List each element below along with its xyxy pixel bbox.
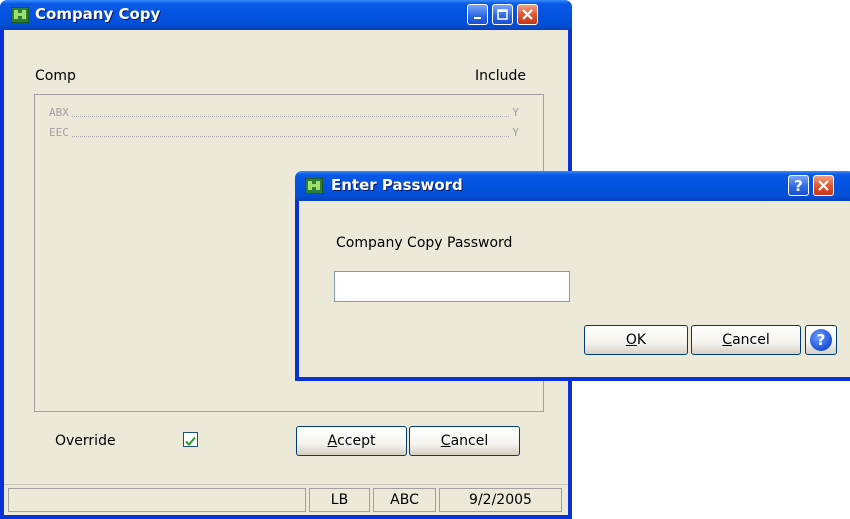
ok-button[interactable]: OK (584, 325, 688, 355)
column-header-include: Include (475, 68, 526, 84)
list-item-include: Y (510, 126, 519, 139)
dot-leader (49, 136, 519, 137)
help-button[interactable]: ? (805, 325, 837, 355)
column-header-comp: Comp (35, 68, 76, 84)
minimize-icon (474, 17, 481, 19)
title-bar[interactable]: Company Copy (0, 0, 572, 30)
list-item-include: Y (510, 106, 519, 119)
close-button[interactable] (517, 4, 538, 25)
cancel-label-post: ancel (732, 332, 770, 348)
window-title: Company Copy (35, 5, 161, 23)
app-icon (10, 6, 30, 24)
maximize-button[interactable] (492, 4, 513, 25)
cancel-mnemonic: C (722, 332, 733, 348)
ok-label-post: K (636, 332, 647, 348)
password-input[interactable] (334, 271, 570, 302)
status-panel-date: 9/2/2005 (439, 488, 562, 512)
dialog-close-button[interactable] (813, 175, 834, 196)
override-label: Override (55, 433, 116, 449)
help-icon: ? (810, 329, 832, 351)
dot-leader (49, 116, 519, 117)
cancel-button[interactable]: Cancel (409, 426, 520, 456)
maximize-icon (497, 9, 508, 20)
enter-password-dialog: Enter Password ? Company Copy Password O… (295, 171, 850, 381)
accept-mnemonic: A (327, 433, 338, 449)
status-bar: LB ABC 9/2/2005 (4, 484, 568, 515)
list-item[interactable]: EEC Y (49, 125, 519, 143)
question-icon: ? (794, 176, 803, 195)
accept-label-post: ccept (337, 433, 376, 449)
help-titlebar-button[interactable]: ? (788, 175, 809, 196)
dialog-title-bar[interactable]: Enter Password ? (295, 171, 850, 201)
app-icon (304, 177, 324, 195)
close-icon (818, 180, 829, 191)
minimize-button[interactable] (467, 4, 488, 25)
checkmark-icon (185, 436, 196, 446)
list-item-code: ABX (49, 106, 71, 119)
dialog-title: Enter Password (331, 176, 463, 194)
status-panel-message (8, 488, 306, 512)
dialog-cancel-button[interactable]: Cancel (691, 325, 801, 355)
list-item[interactable]: ABX Y (49, 105, 519, 123)
list-item-code: EEC (49, 126, 71, 139)
dialog-body: Company Copy Password OK Cancel ? (299, 201, 850, 377)
cancel-label-post: ancel (450, 433, 489, 449)
status-panel-company: ABC (373, 488, 436, 512)
password-prompt-label: Company Copy Password (336, 235, 513, 251)
cancel-mnemonic: C (440, 433, 451, 449)
override-checkbox[interactable] (183, 432, 198, 447)
status-panel-user: LB (309, 488, 370, 512)
accept-button[interactable]: Accept (296, 426, 407, 456)
close-icon (522, 9, 533, 20)
ok-mnemonic: O (625, 332, 637, 348)
